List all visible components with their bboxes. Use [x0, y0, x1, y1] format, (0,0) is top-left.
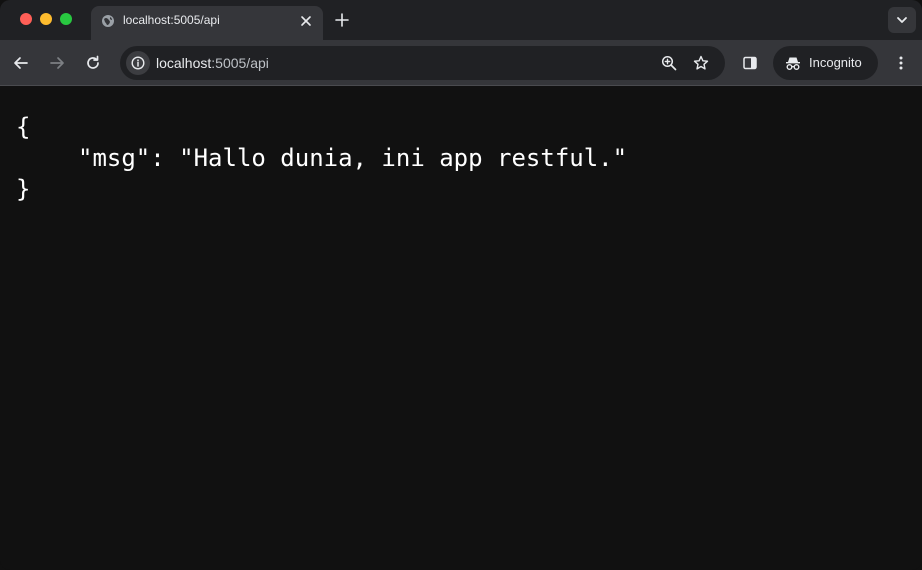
address-bar[interactable]: localhost:5005/api — [120, 46, 725, 80]
chevron-down-icon — [897, 17, 907, 23]
close-window-button[interactable] — [20, 13, 32, 25]
star-icon[interactable] — [693, 55, 709, 71]
minimize-window-button[interactable] — [40, 13, 52, 25]
close-icon[interactable] — [299, 14, 313, 28]
plus-icon[interactable] — [334, 12, 350, 28]
json-close-brace: } — [16, 175, 31, 203]
tab-search-button[interactable] — [888, 7, 916, 33]
more-vertical-icon[interactable] — [893, 55, 909, 71]
url-host: localhost — [156, 55, 212, 71]
tab-title: localhost:5005/api — [123, 13, 220, 27]
incognito-label: Incognito — [809, 55, 862, 70]
arrow-left-icon[interactable] — [12, 54, 30, 72]
side-panel-icon[interactable] — [742, 55, 758, 71]
reload-icon[interactable] — [84, 54, 102, 72]
tab-strip: localhost:5005/api — [0, 0, 922, 40]
url-text: localhost:5005/api — [156, 55, 269, 71]
browser-window: localhost:5005/api localhost:5005/api In… — [0, 0, 922, 570]
maximize-window-button[interactable] — [60, 13, 72, 25]
incognito-icon — [786, 57, 800, 70]
json-msg-line: "msg": "Hallo dunia, ini app restful." — [78, 144, 628, 172]
url-path: :5005/api — [211, 55, 269, 71]
site-info-button[interactable] — [126, 51, 150, 75]
globe-icon — [101, 14, 115, 28]
arrow-right-icon[interactable] — [48, 54, 66, 72]
page-content: { "msg": "Hallo dunia, ini app restful."… — [0, 87, 922, 570]
zoom-in-icon[interactable] — [661, 55, 677, 71]
json-open-brace: { — [16, 113, 31, 141]
tab-active[interactable]: localhost:5005/api — [91, 6, 323, 40]
info-icon — [131, 56, 145, 70]
toolbar: localhost:5005/api Incognito — [0, 40, 922, 86]
incognito-badge[interactable]: Incognito — [773, 46, 878, 80]
